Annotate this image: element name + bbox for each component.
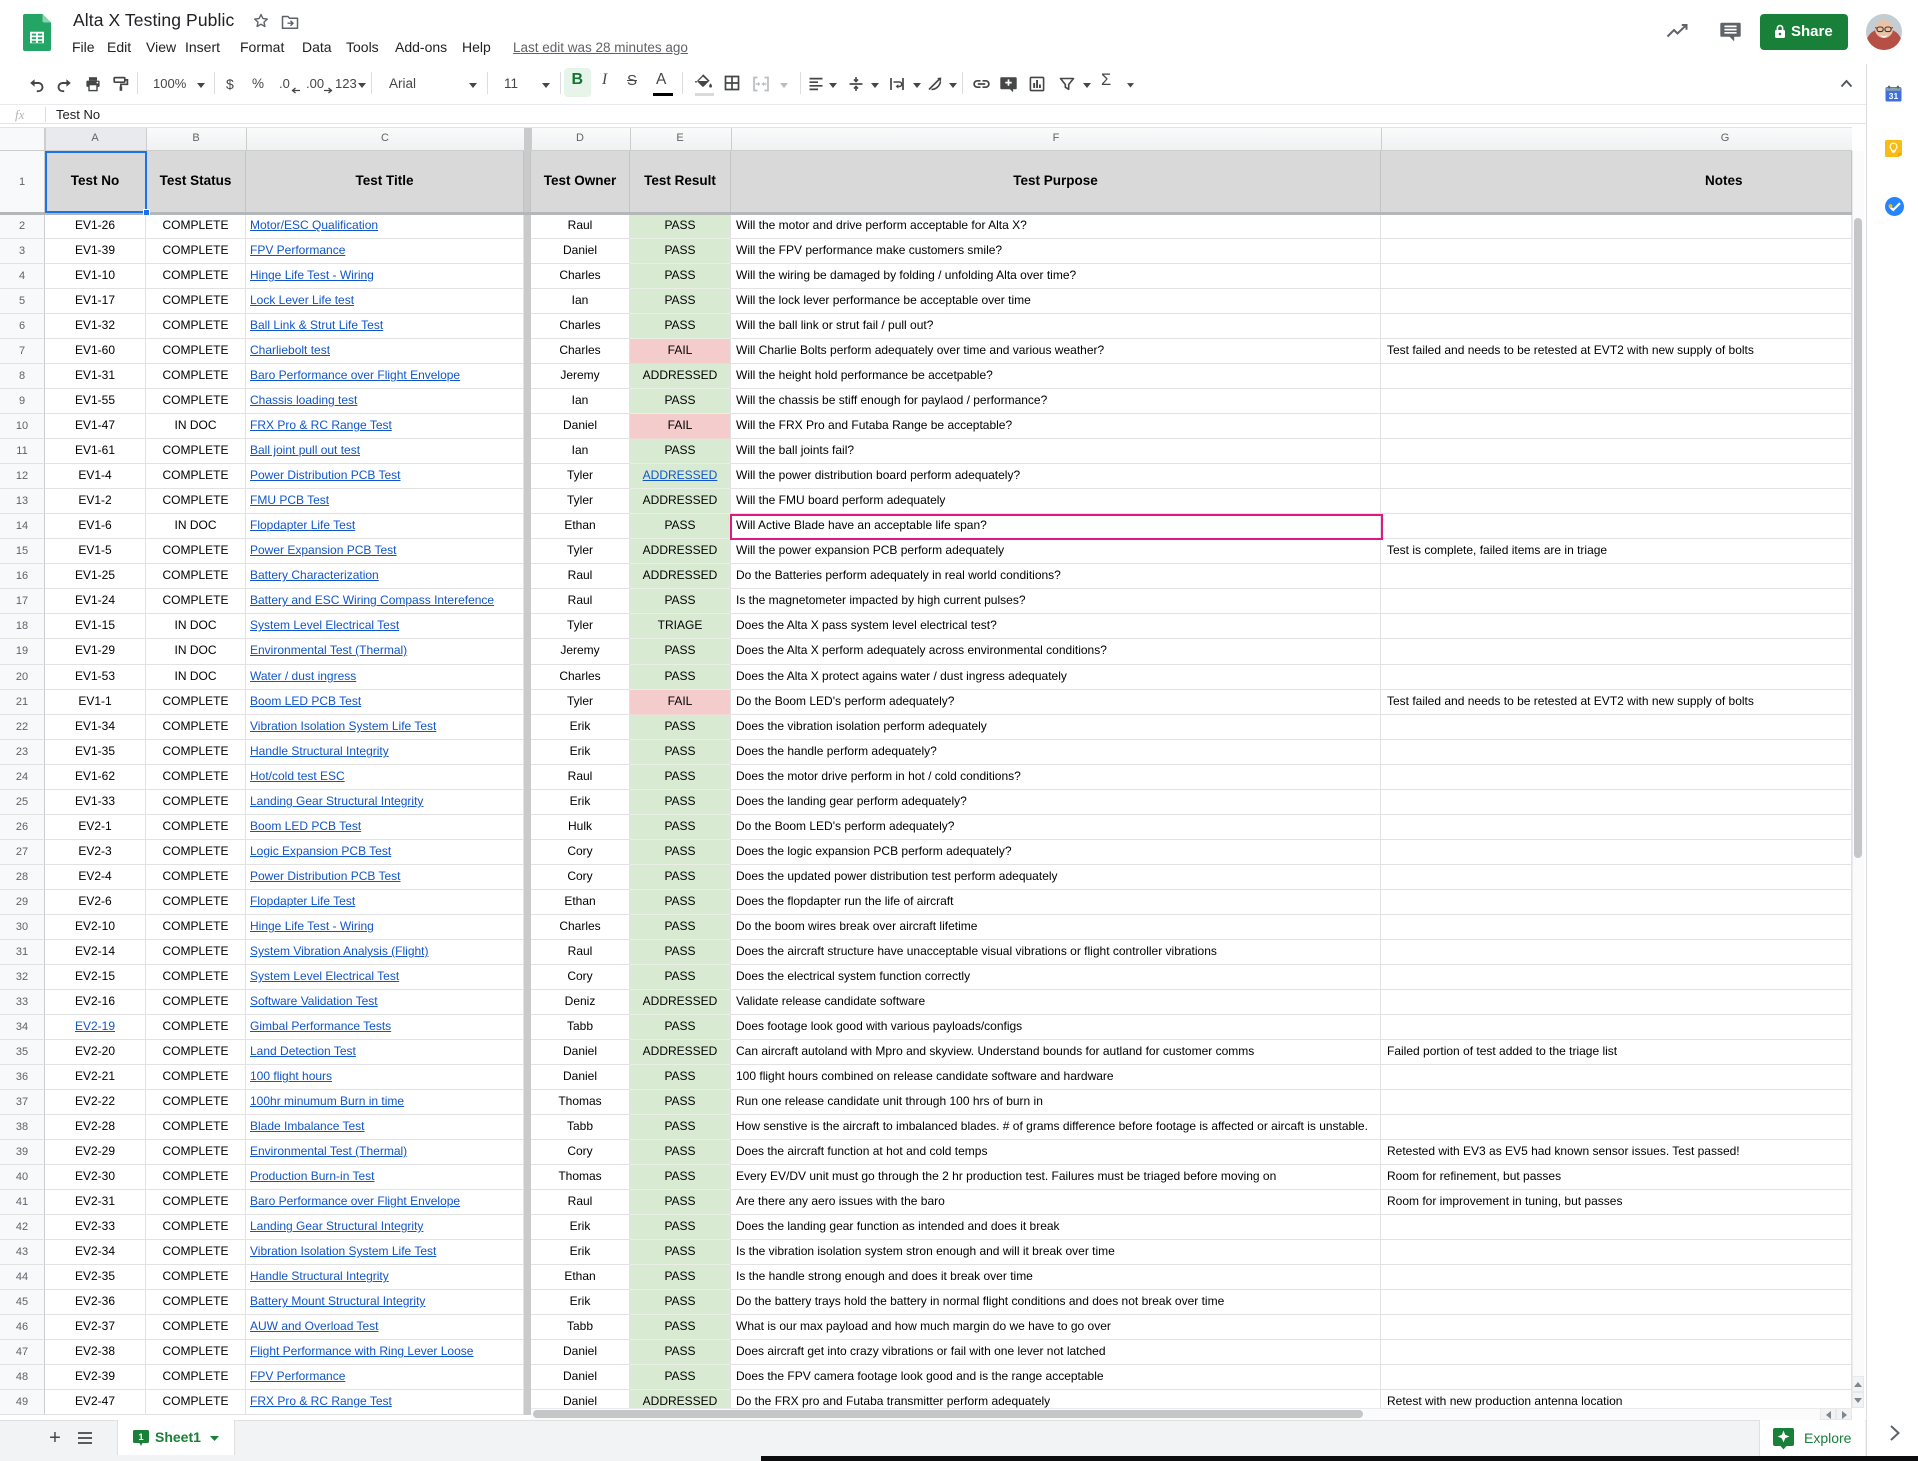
svg-text:1: 1 [138,1432,144,1443]
svg-text:31: 31 [1889,91,1899,101]
